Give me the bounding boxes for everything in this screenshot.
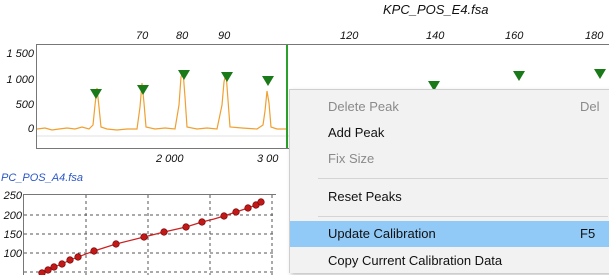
x-tick-label: 140	[426, 30, 445, 42]
y-tick-label: 0	[27, 123, 34, 135]
menu-separator	[318, 216, 608, 217]
y-tick-label: 500	[15, 99, 34, 111]
signal-trace	[37, 70, 286, 131]
y-tick-label: 200	[3, 210, 22, 222]
x-tick-label: 80	[176, 30, 189, 42]
peak-marker-icon[interactable]	[137, 85, 149, 96]
menu-item-label: Reset Peaks	[328, 189, 402, 204]
x-tick-label: 3 00	[257, 153, 279, 165]
x-tick-label: 120	[340, 30, 359, 42]
calibration-curve	[41, 201, 262, 274]
menu-item-shortcut: Del	[580, 99, 600, 114]
y-tick-label: 100	[3, 248, 22, 260]
y-tick-label: 1 000	[6, 74, 34, 86]
calibration-plot[interactable]	[23, 194, 276, 275]
menu-item-label: Add Peak	[328, 125, 385, 140]
peak-marker-icon[interactable]	[513, 71, 525, 82]
calibration-plot-title: PC_POS_A4.fsa	[1, 172, 83, 184]
menu-item-shortcut: F5	[580, 226, 596, 241]
x-tick-label: 180	[585, 30, 604, 42]
peak-marker-icon[interactable]	[90, 89, 102, 100]
menu-item-label: Delete Peak	[328, 99, 399, 114]
peak-marker-icon[interactable]	[178, 70, 190, 81]
calibration-svg	[24, 195, 276, 275]
y-tick-label: 250	[3, 190, 22, 202]
x-tick-label: 70	[136, 30, 149, 42]
x-tick-label: 2 000	[156, 153, 184, 165]
menu-item-update-calibration[interactable]: Update Calibration F5	[290, 221, 609, 247]
file-title: KPC_POS_E4.fsa	[383, 2, 489, 17]
menu-item-reset-peaks[interactable]: Reset Peaks	[290, 184, 609, 210]
menu-item-add-peak[interactable]: Add Peak	[290, 120, 609, 146]
x-tick-label: 160	[505, 30, 524, 42]
x-tick-label: 90	[218, 30, 231, 42]
context-menu: Delete Peak Del Add Peak Fix Size Reset …	[289, 89, 609, 273]
menu-item-copy-calibration-data[interactable]: Copy Current Calibration Data	[290, 248, 609, 274]
menu-item-label: Fix Size	[328, 151, 375, 166]
menu-separator	[318, 178, 608, 179]
peak-marker-icon[interactable]	[262, 76, 274, 87]
calibration-points	[38, 198, 265, 275]
menu-item-label: Update Calibration	[328, 226, 436, 241]
peak-marker-icon[interactable]	[594, 69, 606, 80]
y-tick-label: 150	[3, 229, 22, 241]
peak-marker-icon[interactable]	[221, 72, 233, 83]
menu-item-label: Copy Current Calibration Data	[328, 253, 503, 268]
menu-item-delete-peak[interactable]: Delete Peak Del	[290, 94, 609, 120]
menu-item-fix-size[interactable]: Fix Size	[290, 146, 609, 172]
y-tick-label: 1 500	[6, 48, 34, 60]
